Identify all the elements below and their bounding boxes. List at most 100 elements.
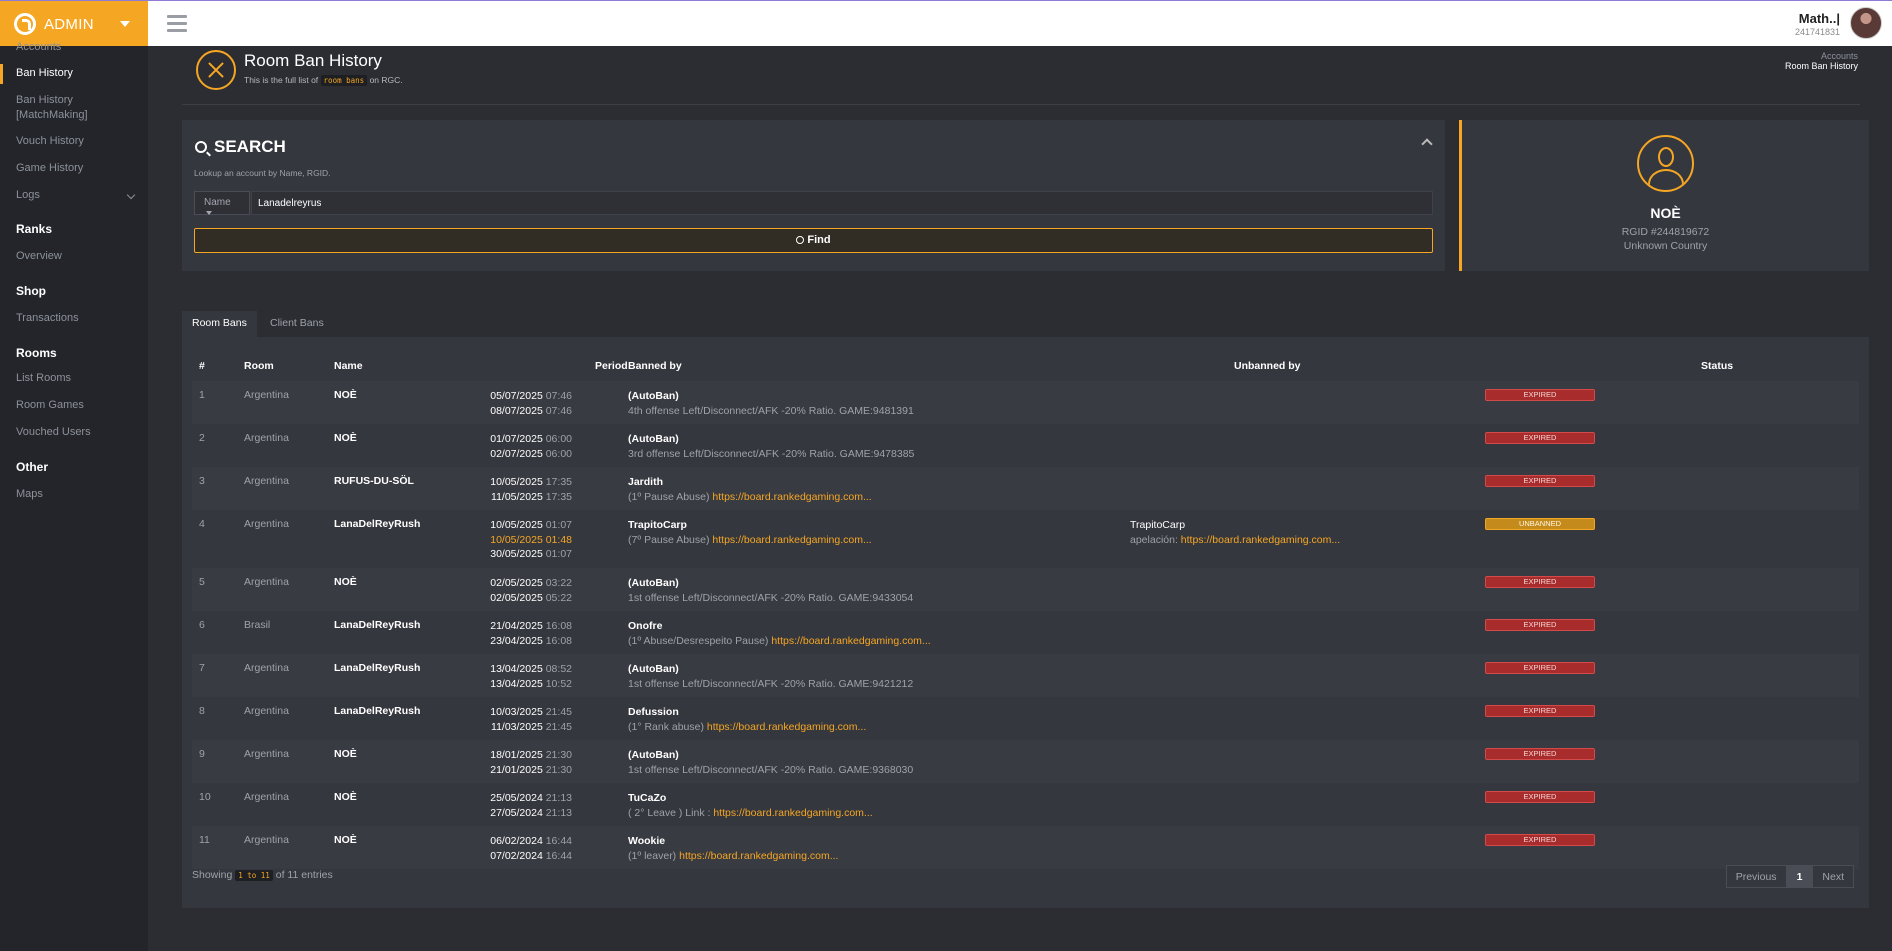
row-name[interactable]: NOÈ — [334, 432, 357, 444]
period-time: 21:45 — [545, 720, 572, 733]
period-date: 10/05/2025 — [490, 476, 543, 488]
banned-by-name[interactable]: TrapitoCarp — [628, 518, 872, 533]
table-row[interactable]: 4 Argentina LanaDelReyRush 10/05/2025 01:07… — [192, 510, 1859, 568]
table-row[interactable]: 11 Argentina NOÈ 06/02/2024 16:44 07/02/2024… — [192, 826, 1859, 869]
column-header-name[interactable]: Name — [334, 360, 363, 372]
banned-by-name[interactable]: Defussion — [628, 705, 866, 720]
main-content: Room Ban History This is the full list o… — [148, 46, 1892, 951]
row-name[interactable]: NOÈ — [334, 748, 357, 760]
caret-down-icon — [120, 21, 130, 27]
row-name[interactable]: NOÈ — [334, 576, 357, 588]
banned-by-name[interactable]: (AutoBan) — [628, 432, 914, 447]
avatar[interactable] — [1850, 7, 1882, 39]
table-row[interactable]: 9 Argentina NOÈ 18/01/2025 21:30 21/01/2025 … — [192, 740, 1859, 783]
row-name[interactable]: LanaDelReyRush — [334, 518, 420, 530]
period-date: 01/07/2025 — [490, 433, 543, 445]
sidebar-item-accounts[interactable]: Accounts — [16, 40, 61, 55]
table-row[interactable]: 7 Argentina LanaDelReyRush 13/04/2025 08:52… — [192, 654, 1859, 697]
table-row[interactable]: 10 Argentina NOÈ 25/05/2024 21:13 27/05/2024… — [192, 783, 1859, 826]
ban-reason: (1º leaver) https://board.rankedgaming.c… — [628, 849, 838, 864]
ban-reason-link[interactable]: https://board.rankedgaming.com... — [712, 491, 871, 503]
row-room: Argentina — [244, 748, 289, 760]
row-name[interactable]: NOÈ — [334, 834, 357, 846]
row-name[interactable]: LanaDelReyRush — [334, 705, 420, 717]
row-name[interactable]: LanaDelReyRush — [334, 619, 420, 631]
column-header-banned-by[interactable]: Banned by — [628, 360, 682, 372]
period-date: 08/07/2025 — [490, 404, 543, 417]
ban-reason: (7º Pause Abuse) https://board.rankedgam… — [628, 533, 872, 548]
ban-reason-link[interactable]: https://board.rankedgaming.com... — [712, 534, 871, 546]
previous-button[interactable]: Previous — [1725, 865, 1787, 888]
sidebar-item-vouch-history[interactable]: Vouch History — [16, 134, 84, 149]
banned-by-name[interactable]: TuCaZo — [628, 791, 873, 806]
period-date: 30/05/2025 — [490, 548, 543, 560]
sidebar-item-list-rooms[interactable]: List Rooms — [16, 371, 71, 386]
sidebar-item-transactions[interactable]: Transactions — [16, 311, 79, 326]
sidebar-item-vouched-users[interactable]: Vouched Users — [16, 425, 91, 440]
row-number: 5 — [199, 576, 205, 588]
sidebar-item-maps[interactable]: Maps — [16, 487, 43, 502]
chevron-up-icon[interactable] — [1421, 138, 1433, 150]
column-header-room[interactable]: Room — [244, 360, 274, 372]
sidebar-item-ban-history[interactable]: Ban History — [16, 66, 73, 81]
period-time: 06:00 — [545, 447, 572, 460]
banned-by-name[interactable]: (AutoBan) — [628, 576, 913, 591]
breadcrumb-item[interactable]: Accounts — [1785, 51, 1858, 61]
unban-reason-link[interactable]: https://board.rankedgaming.com... — [1181, 534, 1340, 546]
page-1-button[interactable]: 1 — [1786, 865, 1813, 888]
period-time: 10:52 — [545, 677, 572, 690]
user-info[interactable]: Math..| 241741831 — [1795, 11, 1840, 37]
status-badge: EXPIRED — [1485, 748, 1595, 760]
page-title: Room Ban History — [244, 51, 382, 70]
row-name[interactable]: NOÈ — [334, 791, 357, 803]
row-name[interactable]: NOÈ — [334, 389, 357, 401]
table-row[interactable]: 2 Argentina NOÈ 01/07/2025 06:00 02/07/2025 … — [192, 424, 1859, 467]
sidebar-item-logs[interactable]: Logs — [16, 188, 40, 203]
column-header-period[interactable]: Period — [595, 360, 628, 372]
table-row[interactable]: 5 Argentina NOÈ 02/05/2025 03:22 02/05/2025 … — [192, 568, 1859, 611]
period-date: 27/05/2024 — [490, 806, 543, 819]
ban-reason-link[interactable]: https://board.rankedgaming.com... — [771, 635, 930, 647]
row-name[interactable]: RUFUS-DU-SÖL — [334, 475, 414, 487]
unban-reason: apelación: https://board.rankedgaming.co… — [1130, 533, 1340, 548]
column-header-status[interactable]: Status — [1701, 360, 1733, 372]
table-row[interactable]: 6 Brasil LanaDelReyRush 21/04/2025 16:08 23/… — [192, 611, 1859, 654]
next-button[interactable]: Next — [1812, 865, 1854, 888]
banned-by-name[interactable]: Wookie — [628, 834, 838, 849]
unbanned-by-name[interactable]: TrapitoCarp — [1130, 518, 1340, 533]
status-badge: EXPIRED — [1485, 791, 1595, 803]
tab-room-bans[interactable]: Room Bans — [182, 311, 257, 337]
ban-reason-link[interactable]: https://board.rankedgaming.com... — [713, 807, 872, 819]
search-input[interactable] — [251, 191, 1433, 215]
table-row[interactable]: 3 Argentina RUFUS-DU-SÖL 10/05/2025 17:35 11… — [192, 467, 1859, 510]
search-icon — [796, 236, 805, 244]
table-row[interactable]: 1 Argentina NOÈ 05/07/2025 07:46 08/07/2025 … — [192, 381, 1859, 424]
hamburger-menu-icon[interactable] — [167, 15, 187, 33]
row-room: Argentina — [244, 705, 289, 717]
ban-reason-link[interactable]: https://board.rankedgaming.com... — [707, 721, 866, 733]
status-badge: EXPIRED — [1485, 432, 1595, 444]
row-name[interactable]: LanaDelReyRush — [334, 662, 420, 674]
banned-by-name[interactable]: Jardith — [628, 475, 872, 490]
banned-by-name[interactable]: (AutoBan) — [628, 748, 913, 763]
banned-by-name[interactable]: (AutoBan) — [628, 389, 914, 404]
search-type-dropdown[interactable]: Name — [194, 191, 250, 216]
sidebar-item-game-history[interactable]: Game History — [16, 161, 83, 176]
tab-client-bans[interactable]: Client Bans — [260, 311, 334, 337]
chevron-down-icon[interactable] — [126, 190, 136, 200]
sidebar-item-room-games[interactable]: Room Games — [16, 398, 84, 413]
sidebar-item-overview[interactable]: Overview — [16, 249, 62, 264]
banned-by-name[interactable]: Onofre — [628, 619, 931, 634]
column-header-number[interactable]: # — [199, 360, 205, 372]
ban-reason-link[interactable]: https://board.rankedgaming.com... — [679, 850, 838, 862]
sidebar-item-ban-history-matchmaking[interactable]: Ban History [MatchMaking] — [16, 93, 101, 123]
ban-reason-text: (1º Pause Abuse) — [628, 490, 710, 503]
column-header-unbanned-by[interactable]: Unbanned by — [1234, 360, 1301, 372]
table-row[interactable]: 8 Argentina LanaDelReyRush 10/03/2025 21:45… — [192, 697, 1859, 740]
banned-by-name[interactable]: (AutoBan) — [628, 662, 913, 677]
caret-down-icon — [206, 211, 212, 216]
period-time: 01:48 — [545, 533, 572, 546]
find-button[interactable]: Find — [194, 228, 1433, 253]
sidebar-heading-other: Other — [16, 460, 49, 474]
period-time: 07:46 — [545, 404, 572, 417]
